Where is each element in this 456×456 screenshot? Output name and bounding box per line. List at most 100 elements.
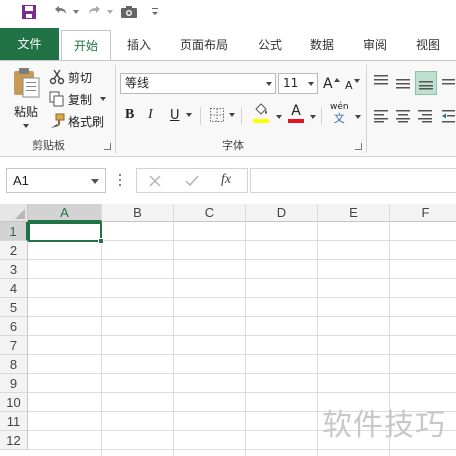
gridline (28, 335, 456, 336)
camera-button[interactable] (118, 2, 140, 22)
customize-qat-icon (152, 8, 158, 15)
align-right-button[interactable] (417, 106, 433, 126)
row-header-6[interactable]: 6 (0, 317, 28, 336)
chevron-down-icon (266, 82, 272, 86)
align-middle-button[interactable] (395, 73, 411, 93)
decrease-indent-icon (442, 110, 455, 123)
row-header-12[interactable]: 12 (0, 431, 28, 450)
borders-button[interactable] (209, 104, 235, 126)
undo-icon (55, 6, 66, 14)
decrease-indent-button[interactable] (441, 106, 455, 126)
watermark: 软件技巧 (322, 408, 446, 443)
font-color-label: A (291, 103, 301, 119)
customize-qat-button[interactable] (148, 2, 162, 22)
column-header-b[interactable]: B (102, 204, 174, 222)
clipboard-launcher-icon[interactable] (104, 143, 111, 150)
divider (321, 107, 322, 125)
tab-file[interactable]: 文件 (0, 28, 59, 60)
gridline (28, 278, 456, 279)
grow-font-button[interactable]: A (323, 73, 340, 94)
chevron-down-icon (23, 124, 29, 128)
underline-label: U (170, 107, 180, 123)
fill-color-button[interactable] (252, 103, 270, 127)
undo-button[interactable] (48, 2, 72, 22)
phonetic-guide-button[interactable]: wén 文 (330, 102, 349, 128)
font-name-select[interactable]: 等线 (120, 73, 276, 94)
row-header-5[interactable]: 5 (0, 298, 28, 317)
chevron-down-icon (91, 179, 99, 184)
gridline (245, 222, 246, 456)
column-header-a[interactable]: A (28, 204, 102, 222)
align-top-button[interactable] (373, 71, 389, 91)
row-header-4[interactable]: 4 (0, 279, 28, 298)
align-left-icon (374, 110, 388, 123)
formula-bar: A1 fx (0, 157, 456, 204)
row-header-10[interactable]: 10 (0, 393, 28, 412)
tab-page-layout[interactable]: 页面布局 (170, 30, 238, 60)
row-header-7[interactable]: 7 (0, 336, 28, 355)
align-right-icon (418, 110, 432, 123)
column-header-e[interactable]: E (318, 204, 390, 222)
align-middle-icon (396, 79, 410, 89)
redo-dropdown[interactable] (106, 2, 114, 22)
tab-view[interactable]: 视图 (406, 30, 450, 60)
column-header-f[interactable]: F (390, 204, 456, 222)
chevron-down-icon[interactable] (276, 115, 282, 119)
format-painter-label: 格式刷 (68, 114, 105, 129)
tab-insert[interactable]: 插入 (116, 30, 162, 60)
tab-review[interactable]: 审阅 (353, 30, 397, 60)
tab-data[interactable]: 数据 (300, 30, 344, 60)
chevron-down-icon[interactable] (310, 115, 316, 119)
cut-label: 剪切 (68, 70, 93, 85)
shrink-font-button[interactable]: A (345, 75, 360, 96)
font-size-select[interactable]: 11 (278, 73, 318, 94)
caret-down-icon (353, 78, 360, 83)
align-bottom-button[interactable] (415, 71, 437, 95)
format-painter-button[interactable]: 格式刷 (49, 111, 104, 131)
paste-button[interactable]: 粘贴 (8, 67, 44, 137)
insert-function-button[interactable]: fx (221, 172, 231, 188)
column-header-c[interactable]: C (174, 204, 246, 222)
copy-button[interactable]: 复制 (49, 89, 107, 109)
undo-dropdown[interactable] (72, 2, 80, 22)
cancel-icon[interactable] (149, 175, 161, 187)
row-header-2[interactable]: 2 (0, 241, 28, 260)
divider (200, 107, 201, 125)
gridline (28, 259, 456, 260)
italic-button[interactable]: I (148, 104, 153, 126)
ribbon-tabs: 文件 开始 插入 页面布局 公式 数据 审阅 视图 (0, 25, 456, 61)
align-center-button[interactable] (395, 106, 411, 126)
tab-formulas[interactable]: 公式 (248, 30, 292, 60)
chevron-down-icon (100, 97, 107, 101)
select-all-button[interactable] (0, 204, 28, 222)
row-header-9[interactable]: 9 (0, 374, 28, 393)
grow-font-label: A (323, 75, 333, 92)
enter-check-icon[interactable] (185, 175, 199, 187)
redo-button[interactable] (84, 2, 106, 22)
font-color-button[interactable]: A (288, 103, 304, 127)
chevron-down-icon[interactable] (355, 115, 361, 119)
cut-button[interactable]: 剪切 (49, 67, 92, 87)
font-launcher-icon[interactable] (355, 143, 362, 150)
underline-button[interactable]: U (170, 104, 192, 126)
selected-cell-a1[interactable] (28, 222, 104, 244)
bold-button[interactable]: B (125, 104, 134, 126)
formula-bar-grip[interactable] (119, 174, 122, 186)
save-button[interactable] (18, 2, 40, 22)
font-color-swatch (288, 119, 304, 123)
row-header-11[interactable]: 11 (0, 412, 28, 431)
row-header-3[interactable]: 3 (0, 260, 28, 279)
row-header-1[interactable]: 1 (0, 222, 28, 241)
name-box[interactable]: A1 (6, 168, 106, 193)
group-divider (366, 65, 367, 153)
divider (241, 107, 242, 125)
row-header-8[interactable]: 8 (0, 355, 28, 374)
orientation-button[interactable] (441, 73, 455, 93)
column-header-d[interactable]: D (246, 204, 318, 222)
align-left-button[interactable] (373, 106, 389, 126)
formula-input[interactable] (250, 168, 456, 193)
copy-icon (49, 91, 64, 107)
camera-icon (121, 6, 137, 18)
tab-home[interactable]: 开始 (61, 30, 111, 61)
fill-handle[interactable] (98, 238, 104, 244)
